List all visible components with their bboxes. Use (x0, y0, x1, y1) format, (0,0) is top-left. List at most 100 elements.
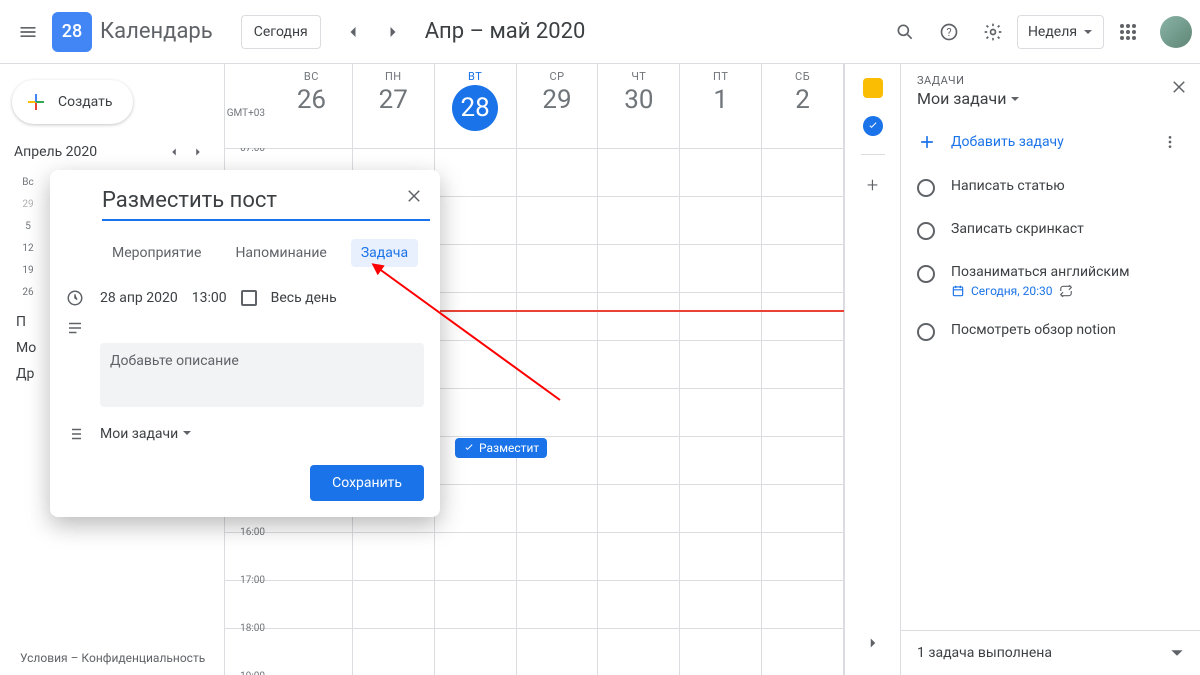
hour-cell[interactable] (762, 245, 844, 292)
hour-cell[interactable] (517, 293, 599, 340)
hour-cell[interactable] (517, 149, 599, 196)
mini-day[interactable]: 12 (14, 238, 42, 260)
task-checkbox[interactable] (917, 222, 935, 240)
mini-day[interactable]: 19 (14, 260, 42, 282)
hour-cell[interactable] (598, 485, 680, 532)
task-checkbox[interactable] (917, 179, 935, 197)
hour-cell[interactable] (271, 581, 353, 628)
day-column[interactable]: ВТ28 (435, 64, 517, 148)
description-input[interactable]: Добавьте описание (100, 343, 424, 407)
hour-cell[interactable] (598, 293, 680, 340)
hour-cell[interactable] (435, 629, 517, 675)
day-column[interactable]: ЧТ30 (598, 64, 680, 148)
hour-cell[interactable] (435, 341, 517, 388)
view-selector[interactable]: Неделя (1017, 15, 1104, 49)
hour-cell[interactable] (353, 629, 435, 675)
hour-cell[interactable] (762, 293, 844, 340)
event-chip[interactable]: Разместит (455, 438, 547, 458)
hour-cell[interactable] (598, 197, 680, 244)
mini-prev-icon[interactable] (162, 140, 186, 164)
hour-cell[interactable] (598, 437, 680, 484)
hour-cell[interactable] (762, 629, 844, 675)
hour-cell[interactable] (680, 149, 762, 196)
task-item[interactable]: Записать скринкаст (917, 209, 1184, 252)
hour-cell[interactable] (598, 533, 680, 580)
task-checkbox[interactable] (917, 265, 935, 283)
hour-cell[interactable] (435, 245, 517, 292)
hour-cell[interactable] (353, 581, 435, 628)
hour-cell[interactable] (435, 389, 517, 436)
tasks-app-icon[interactable] (863, 116, 883, 136)
mini-next-icon[interactable] (186, 140, 210, 164)
hour-cell[interactable] (680, 341, 762, 388)
hour-cell[interactable] (762, 149, 844, 196)
hour-cell[interactable] (762, 341, 844, 388)
hour-cell[interactable] (517, 341, 599, 388)
today-button[interactable]: Сегодня (241, 15, 321, 49)
mini-day[interactable]: 5 (14, 216, 42, 238)
task-list-selector[interactable]: Мои задачи (100, 426, 192, 442)
user-avatar[interactable] (1160, 16, 1192, 48)
hour-cell[interactable] (435, 149, 517, 196)
mini-day[interactable]: 26 (14, 282, 42, 304)
hour-cell[interactable] (680, 197, 762, 244)
day-column[interactable]: ПТ1 (680, 64, 762, 148)
hour-cell[interactable] (680, 389, 762, 436)
tab-event[interactable]: Мероприятие (102, 239, 211, 267)
hour-cell[interactable] (680, 629, 762, 675)
day-column[interactable]: СБ2 (762, 64, 844, 148)
hour-cell[interactable] (435, 293, 517, 340)
hour-cell[interactable] (762, 389, 844, 436)
hour-cell[interactable] (598, 149, 680, 196)
hour-cell[interactable] (762, 581, 844, 628)
hour-cell[interactable] (517, 245, 599, 292)
create-button[interactable]: Создать (12, 80, 133, 124)
hour-cell[interactable] (598, 341, 680, 388)
next-week-icon[interactable] (373, 12, 413, 52)
hour-cell[interactable] (517, 389, 599, 436)
hour-cell[interactable] (435, 485, 517, 532)
hour-cell[interactable] (680, 293, 762, 340)
footer-links[interactable]: Условия – Конфиденциальность (20, 651, 205, 665)
hour-cell[interactable] (435, 581, 517, 628)
task-item[interactable]: Написать статью (917, 166, 1184, 209)
day-column[interactable]: ВС26 (271, 64, 353, 148)
save-button[interactable]: Сохранить (310, 465, 424, 501)
popup-close-icon[interactable] (398, 180, 430, 212)
tab-reminder[interactable]: Напоминание (225, 239, 336, 267)
hour-cell[interactable] (680, 437, 762, 484)
hour-cell[interactable] (680, 581, 762, 628)
allday-checkbox[interactable] (241, 290, 257, 306)
hour-cell[interactable] (435, 533, 517, 580)
tasks-close-icon[interactable] (1170, 78, 1188, 96)
hour-cell[interactable] (762, 485, 844, 532)
tab-task[interactable]: Задача (351, 239, 418, 267)
tasks-completed-toggle[interactable]: 1 задача выполнена (901, 630, 1200, 675)
day-column[interactable]: СР29 (517, 64, 599, 148)
tasks-list-selector[interactable]: Мои задачи (917, 89, 1184, 108)
event-title-input[interactable] (102, 182, 430, 221)
rail-add-icon[interactable]: + (867, 173, 878, 197)
popup-date[interactable]: 28 апр 2020 (100, 290, 178, 306)
task-item[interactable]: Посмотреть обзор notion (917, 310, 1184, 353)
hour-cell[interactable] (517, 629, 599, 675)
hour-cell[interactable] (680, 533, 762, 580)
hour-cell[interactable] (680, 245, 762, 292)
hour-cell[interactable] (598, 389, 680, 436)
hour-cell[interactable] (517, 581, 599, 628)
hour-cell[interactable] (517, 533, 599, 580)
add-task-button[interactable]: Добавить задачу (917, 132, 1140, 152)
prev-week-icon[interactable] (333, 12, 373, 52)
hour-cell[interactable] (762, 533, 844, 580)
day-column[interactable]: ПН27 (353, 64, 435, 148)
hour-cell[interactable] (353, 533, 435, 580)
hour-cell[interactable] (598, 581, 680, 628)
menu-icon[interactable] (8, 12, 48, 52)
search-icon[interactable] (885, 12, 925, 52)
hour-cell[interactable] (435, 197, 517, 244)
hour-cell[interactable] (598, 629, 680, 675)
hour-cell[interactable] (271, 533, 353, 580)
hour-cell[interactable] (517, 485, 599, 532)
popup-time[interactable]: 13:00 (192, 290, 227, 306)
hour-cell[interactable] (762, 197, 844, 244)
